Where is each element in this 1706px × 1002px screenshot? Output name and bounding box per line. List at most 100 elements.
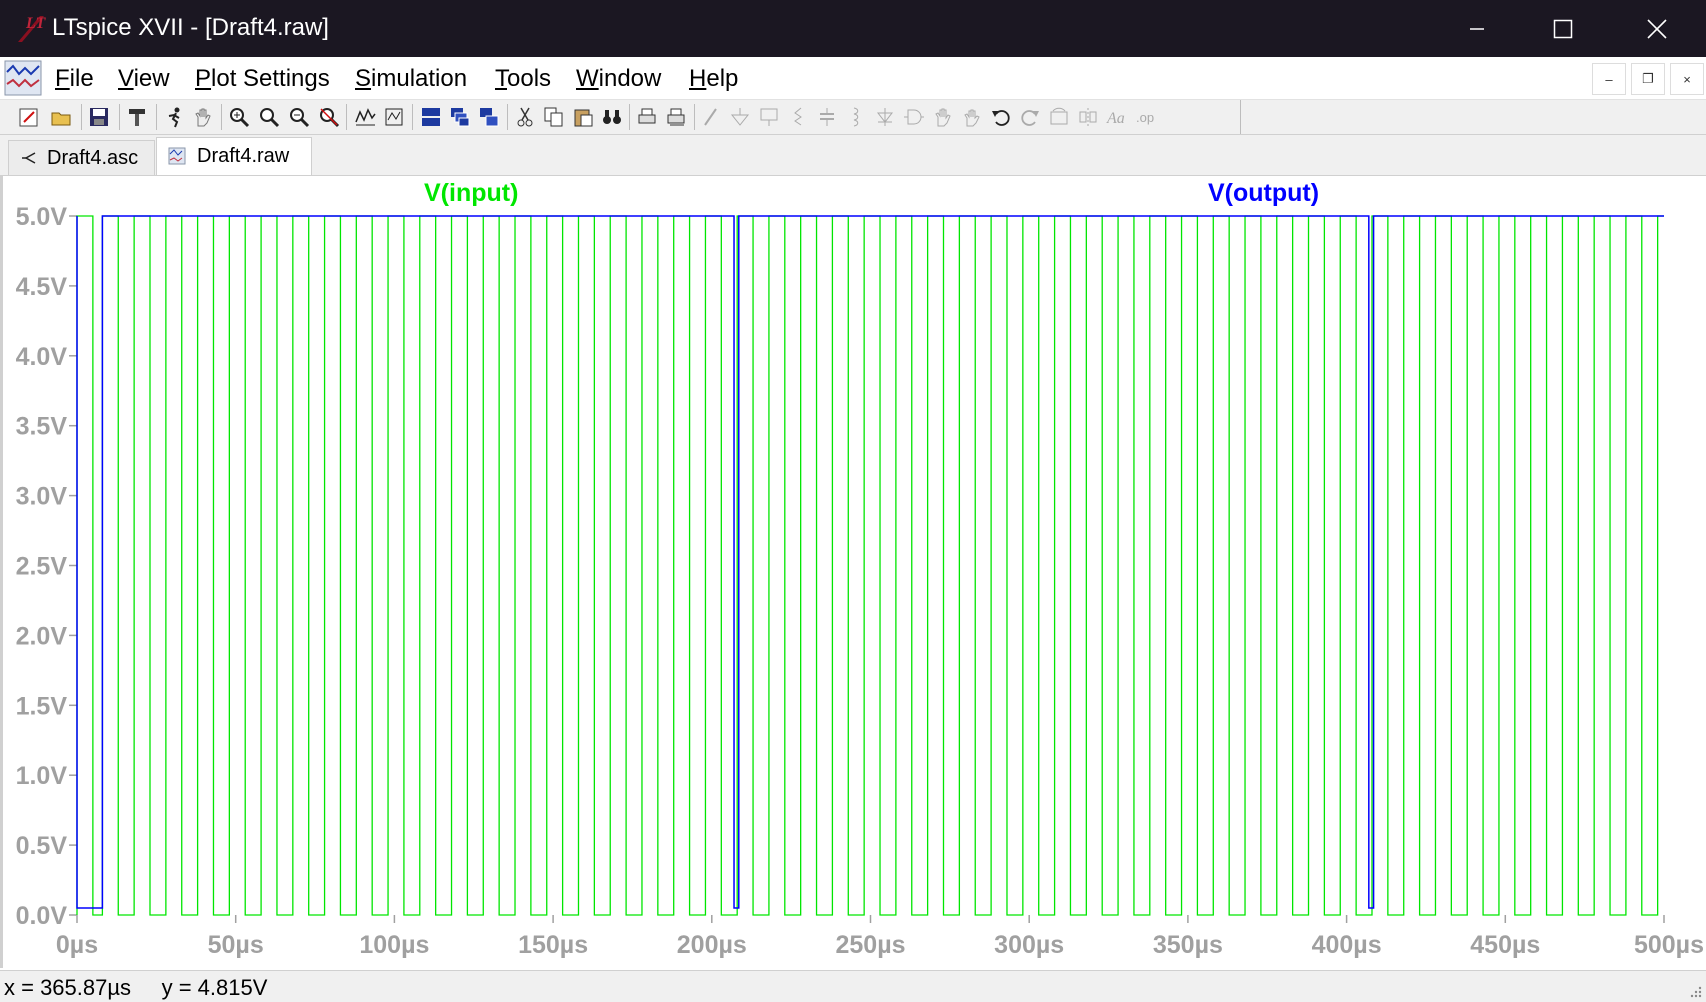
close-icon: × bbox=[1683, 71, 1691, 87]
new-schematic-button[interactable] bbox=[16, 104, 42, 130]
zoom-area-button[interactable] bbox=[226, 104, 252, 130]
y-tick-label: 2.0V bbox=[16, 622, 68, 650]
minimize-icon: – bbox=[1605, 71, 1613, 87]
waveform-icon bbox=[168, 147, 186, 164]
toolbar: Aa .op bbox=[0, 100, 1706, 135]
svg-text:Aa: Aa bbox=[1106, 110, 1125, 127]
ground-button[interactable] bbox=[727, 104, 753, 130]
mirror-button[interactable] bbox=[1075, 104, 1101, 130]
print-preview-icon bbox=[667, 108, 685, 126]
manual-limits-button[interactable] bbox=[381, 104, 407, 130]
copy-button[interactable] bbox=[541, 104, 567, 130]
drag-button[interactable] bbox=[959, 104, 985, 130]
zoom-icon bbox=[260, 108, 280, 128]
zoom-full-button[interactable] bbox=[316, 104, 342, 130]
y-tick-label: 3.5V bbox=[16, 413, 68, 441]
drag-hand-icon bbox=[964, 109, 980, 127]
zoom-cancel-icon bbox=[320, 108, 340, 128]
menu-window[interactable]: Window bbox=[576, 65, 661, 93]
document-tab-bar: Draft4.asc Draft4.raw bbox=[0, 135, 1706, 176]
mdi-restore-button[interactable]: ❐ bbox=[1631, 63, 1665, 95]
paste-button[interactable] bbox=[570, 104, 596, 130]
tab-draft4-asc[interactable]: Draft4.asc bbox=[8, 140, 155, 175]
autorange-button[interactable] bbox=[352, 104, 378, 130]
menu-simulation[interactable]: Simulation bbox=[355, 65, 467, 93]
pencil-icon bbox=[704, 108, 717, 126]
inductor-button[interactable] bbox=[843, 104, 869, 130]
mdi-minimize-button[interactable]: – bbox=[1592, 63, 1626, 95]
y-tick-label: 0.0V bbox=[16, 902, 68, 930]
component-button[interactable] bbox=[901, 104, 927, 130]
x-tick-label: 450µs bbox=[1470, 931, 1540, 959]
tab-draft4-raw[interactable]: Draft4.raw bbox=[156, 137, 312, 175]
mdi-close-button[interactable]: × bbox=[1670, 63, 1704, 95]
text-button[interactable]: Aa bbox=[1104, 104, 1130, 130]
cascade-button[interactable] bbox=[447, 104, 473, 130]
zoom-out-icon bbox=[290, 108, 310, 128]
diode-button[interactable] bbox=[872, 104, 898, 130]
restore-icon: ❐ bbox=[1642, 71, 1654, 86]
capacitor-button[interactable] bbox=[814, 104, 840, 130]
zoom-in-icon bbox=[230, 108, 250, 128]
menu-tools[interactable]: Tools bbox=[495, 65, 551, 93]
wire-button[interactable] bbox=[698, 104, 724, 130]
undo-button[interactable] bbox=[988, 104, 1014, 130]
tile-horizontal-icon bbox=[422, 108, 440, 126]
close-button[interactable] bbox=[1614, 0, 1700, 57]
paste-icon bbox=[574, 109, 593, 127]
menu-file[interactable]: File bbox=[55, 65, 94, 93]
x-tick-label: 150µs bbox=[518, 931, 588, 959]
spice-directive-button[interactable]: .op bbox=[1133, 104, 1159, 130]
autorange-icon bbox=[355, 108, 376, 126]
inductor-icon bbox=[853, 107, 859, 127]
svg-text:.op: .op bbox=[1136, 110, 1154, 125]
cursor-readout: x = 365.87µs y = 4.815V bbox=[4, 975, 267, 1001]
capacitor-icon bbox=[820, 108, 834, 126]
resize-grip-icon[interactable] bbox=[1688, 984, 1702, 998]
print-button[interactable] bbox=[634, 104, 660, 130]
diode-icon bbox=[876, 108, 894, 126]
input-trace bbox=[76, 215, 1664, 916]
pan-button[interactable] bbox=[256, 104, 282, 130]
title-bar: LT LTspice XVII - [Draft4.raw] bbox=[0, 0, 1706, 57]
y-tick-label: 3.0V bbox=[16, 483, 68, 511]
window-title: LTspice XVII - [Draft4.raw] bbox=[52, 14, 329, 41]
maximize-button[interactable] bbox=[1520, 0, 1606, 57]
minimize-button[interactable] bbox=[1434, 0, 1520, 57]
x-tick-label: 50µs bbox=[208, 931, 264, 959]
close-icon bbox=[1647, 18, 1667, 39]
menu-view[interactable]: View bbox=[118, 65, 170, 93]
output-trace bbox=[76, 215, 1664, 909]
save-button[interactable] bbox=[86, 104, 112, 130]
control-panel-button[interactable] bbox=[124, 104, 150, 130]
find-button[interactable] bbox=[599, 104, 625, 130]
menu-bar: File View Plot Settings Simulation Tools… bbox=[0, 57, 1706, 100]
menu-help[interactable]: Help bbox=[689, 65, 738, 93]
print-preview-button[interactable] bbox=[663, 104, 689, 130]
y-tick-label: 5.0V bbox=[16, 203, 68, 231]
redo-button[interactable] bbox=[1017, 104, 1043, 130]
binoculars-icon bbox=[603, 110, 621, 124]
move-button[interactable] bbox=[930, 104, 956, 130]
tile-horizontal-button[interactable] bbox=[418, 104, 444, 130]
hand-icon bbox=[195, 108, 211, 127]
resistor-button[interactable] bbox=[785, 104, 811, 130]
rotate-button[interactable] bbox=[1046, 104, 1072, 130]
mirror-icon bbox=[1079, 108, 1097, 126]
label-net-button[interactable] bbox=[756, 104, 782, 130]
cut-button[interactable] bbox=[512, 104, 538, 130]
tile-vertical-icon bbox=[480, 108, 499, 127]
menu-plot-settings[interactable]: Plot Settings bbox=[195, 65, 330, 93]
svg-text:LT: LT bbox=[25, 15, 46, 32]
zoom-out-button[interactable] bbox=[286, 104, 312, 130]
waveform-plot-pane[interactable]: V(input) V(output) 0.0V 0.5V 1.0V 1.5V 2.0V 2… bbox=[0, 176, 1706, 968]
component-icon bbox=[904, 109, 924, 125]
waveform-chart[interactable]: 0.0V 0.5V 1.0V 1.5V 2.0V 2.5V 3.0V 3.5V 4.0V 4.5V… bbox=[3, 176, 1706, 968]
open-button[interactable] bbox=[48, 104, 74, 130]
x-tick-label: 200µs bbox=[677, 931, 747, 959]
cascade-icon bbox=[451, 108, 470, 127]
tile-vertical-button[interactable] bbox=[476, 104, 502, 130]
halt-button[interactable] bbox=[190, 104, 216, 130]
text-icon: Aa bbox=[1106, 110, 1125, 127]
run-button[interactable] bbox=[161, 104, 187, 130]
